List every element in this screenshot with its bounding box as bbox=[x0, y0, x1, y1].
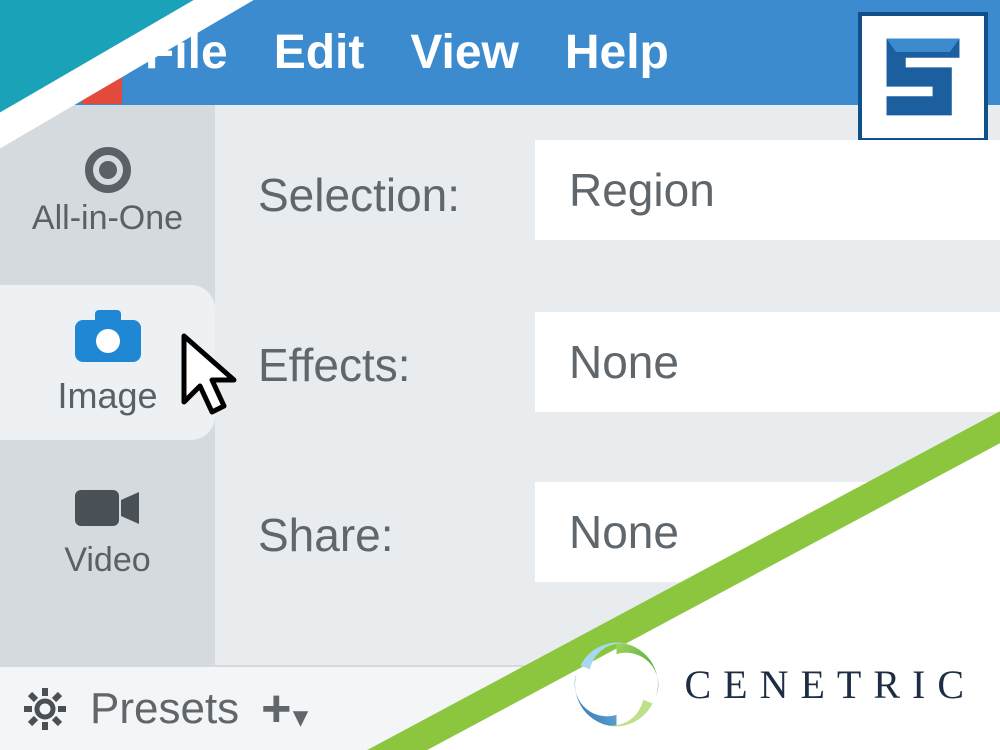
tab-all-in-one[interactable]: All-in-One bbox=[0, 115, 215, 270]
label-selection: Selection: bbox=[258, 168, 460, 222]
plus-icon: + bbox=[261, 683, 291, 735]
tab-image[interactable]: Image bbox=[0, 285, 215, 440]
menu-help[interactable]: Help bbox=[565, 25, 669, 80]
label-share: Share: bbox=[258, 508, 394, 562]
menu-edit[interactable]: Edit bbox=[274, 25, 365, 80]
tab-label-image: Image bbox=[57, 375, 157, 417]
record-indicator bbox=[82, 78, 122, 104]
value-selection: Region bbox=[569, 163, 715, 217]
field-share[interactable]: None bbox=[535, 482, 1000, 582]
menu-bar: File Edit View Help bbox=[0, 0, 1000, 105]
value-share: None bbox=[569, 505, 679, 559]
field-selection[interactable]: Region bbox=[535, 140, 1000, 240]
camera-icon bbox=[73, 308, 143, 369]
presets-label[interactable]: Presets bbox=[90, 684, 239, 734]
label-effects: Effects: bbox=[258, 338, 411, 392]
cenetric-wordmark: CENETRIC bbox=[684, 661, 976, 708]
snagit-logo-icon bbox=[858, 12, 988, 142]
tab-label-all: All-in-One bbox=[32, 199, 183, 238]
menu-view[interactable]: View bbox=[410, 25, 519, 80]
field-effects[interactable]: None bbox=[535, 312, 1000, 412]
target-icon bbox=[85, 147, 131, 193]
gear-icon[interactable] bbox=[22, 686, 68, 732]
value-effects: None bbox=[569, 335, 679, 389]
menu-file[interactable]: File bbox=[145, 25, 228, 80]
tab-video[interactable]: Video bbox=[0, 455, 215, 610]
video-icon bbox=[73, 486, 143, 535]
cenetric-branding: CENETRIC bbox=[569, 637, 976, 732]
cenetric-logo-icon bbox=[569, 637, 664, 732]
tab-label-video: Video bbox=[64, 541, 150, 580]
chevron-down-icon: ▾ bbox=[294, 703, 308, 731]
add-preset-button[interactable]: + ▾ bbox=[261, 683, 307, 735]
app-window: File Edit View Help All-in-One Image bbox=[0, 0, 1000, 750]
